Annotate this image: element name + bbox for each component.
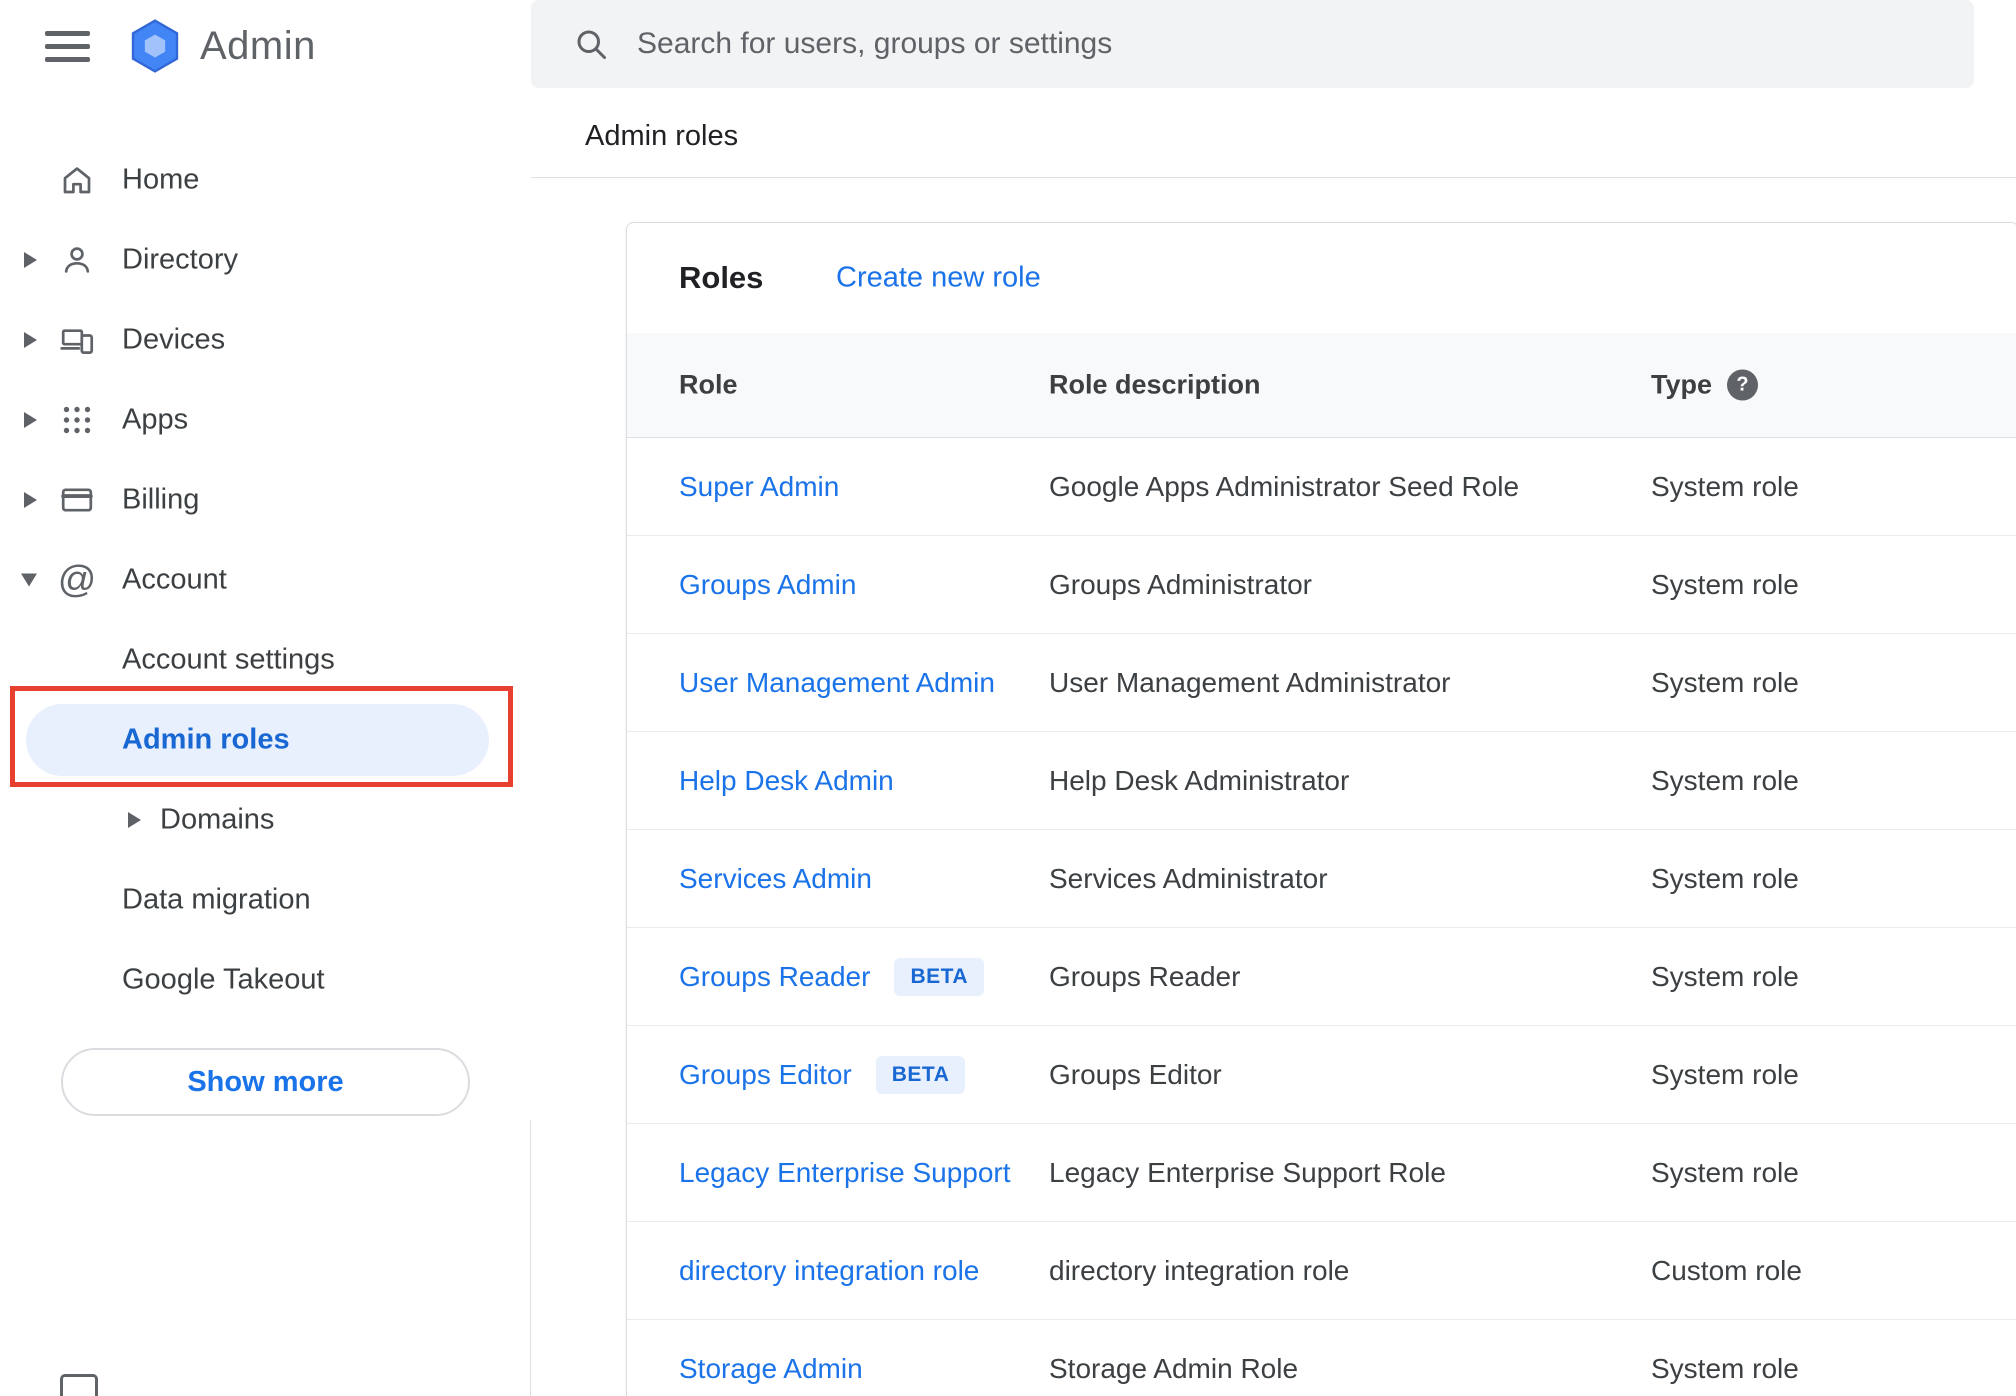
role-description: Google Apps Administrator Seed Role <box>1049 470 1520 502</box>
sidebar-nav: Home Directory Devices Apps Billing @ Ac… <box>0 140 531 1116</box>
sidebar-item-label: Account settings <box>122 643 335 676</box>
role-link[interactable]: Help Desk Admin <box>679 765 894 797</box>
role-description: Groups Editor <box>1049 1058 1222 1090</box>
beta-badge: BETA <box>875 1055 966 1094</box>
apps-grid-icon <box>58 401 96 439</box>
brand-row: Admin <box>0 0 316 92</box>
sidebar-item-billing[interactable]: Billing <box>0 460 531 540</box>
roles-card-title: Roles <box>679 260 764 295</box>
role-type: System role <box>1651 666 1799 698</box>
home-icon <box>58 161 96 199</box>
role-link[interactable]: Groups Editor <box>679 1059 852 1091</box>
sidebar-item-account[interactable]: @ Account <box>0 540 531 620</box>
role-type: System role <box>1651 470 1799 502</box>
sidebar-item-domains[interactable]: Domains <box>0 780 531 860</box>
sidebar-item-label: Devices <box>122 323 226 356</box>
credit-card-icon <box>58 481 96 519</box>
create-new-role-link[interactable]: Create new role <box>836 262 1041 295</box>
sidebar-item-label: Google Takeout <box>122 963 325 996</box>
expand-right-icon[interactable] <box>24 332 37 348</box>
role-description: Services Administrator <box>1049 862 1328 894</box>
page-title: Admin roles <box>585 120 739 152</box>
help-icon[interactable]: ? <box>1727 369 1758 401</box>
role-description: Help Desk Administrator <box>1049 764 1350 796</box>
role-type: System role <box>1651 568 1799 600</box>
search-icon <box>577 30 606 59</box>
show-more-button[interactable]: Show more <box>61 1048 470 1116</box>
role-link[interactable]: directory integration role <box>679 1255 979 1287</box>
sidebar-item-apps[interactable]: Apps <box>0 380 531 460</box>
role-link[interactable]: Legacy Enterprise Support <box>679 1157 1011 1189</box>
column-header-description: Role description <box>1049 369 1261 400</box>
sidebar-item-label: Data migration <box>122 883 311 916</box>
role-type: System role <box>1651 1058 1799 1090</box>
sidebar-item-account-settings[interactable]: Account settings <box>0 620 531 700</box>
expand-right-icon[interactable] <box>24 252 37 268</box>
menu-hamburger-icon[interactable] <box>45 30 90 62</box>
table-row: Storage Admin Storage Admin Role System … <box>627 1320 2016 1396</box>
role-description: Groups Administrator <box>1049 568 1312 600</box>
role-type: System role <box>1651 1352 1799 1384</box>
sidebar-item-home[interactable]: Home <box>0 140 531 220</box>
column-header-type: Type <box>1651 369 1713 400</box>
role-description: Storage Admin Role <box>1049 1352 1299 1384</box>
beta-badge: BETA <box>894 957 985 996</box>
at-sign-icon: @ <box>57 559 97 601</box>
table-row: Groups Admin Groups Administrator System… <box>627 536 2016 634</box>
role-type: System role <box>1651 862 1799 894</box>
main-content: Admin roles Roles Create new role Role R… <box>531 0 2016 1396</box>
sidebar-item-label: Home <box>122 163 200 196</box>
role-type: System role <box>1651 764 1799 796</box>
app-title: Admin <box>200 23 316 68</box>
table-row: Services Admin Services Administrator Sy… <box>627 830 2016 928</box>
sidebar-item-label: Account <box>122 563 227 596</box>
search-input[interactable] <box>637 27 1944 61</box>
role-description: Legacy Enterprise Support Role <box>1049 1156 1446 1188</box>
sidebar-item-admin-roles[interactable]: Admin roles <box>0 700 531 780</box>
table-header-row: Role Role description Type ? <box>627 333 2016 438</box>
table-row: User Management Admin User Management Ad… <box>627 634 2016 732</box>
expand-right-icon[interactable] <box>24 492 37 508</box>
role-description: directory integration role <box>1049 1254 1350 1286</box>
role-link[interactable]: User Management Admin <box>679 667 995 699</box>
role-link[interactable]: Storage Admin <box>679 1353 863 1385</box>
expand-down-icon[interactable] <box>21 573 37 587</box>
sidebar-item-label: Apps <box>122 403 189 436</box>
person-icon <box>58 241 96 279</box>
role-description: User Management Administrator <box>1049 666 1451 698</box>
sidebar: Admin Home Directory Devices Apps Billin… <box>0 0 531 1396</box>
role-type: System role <box>1651 1156 1799 1188</box>
sidebar-item-label: Billing <box>122 483 200 516</box>
sidebar-item-label: Domains <box>160 803 275 836</box>
sidebar-item-label: Directory <box>122 243 239 276</box>
sidebar-item-directory[interactable]: Directory <box>0 220 531 300</box>
expand-right-icon[interactable] <box>128 812 141 828</box>
sidebar-item-data-migration[interactable]: Data migration <box>0 860 531 940</box>
role-link[interactable]: Groups Admin <box>679 569 856 601</box>
roles-card: Roles Create new role Role Role descript… <box>626 222 2016 1396</box>
table-row: Groups Editor BETA Groups Editor System … <box>627 1026 2016 1124</box>
header-divider <box>531 177 2016 178</box>
table-row: Super Admin Google Apps Administrator Se… <box>627 438 2016 536</box>
expand-right-icon[interactable] <box>24 412 37 428</box>
sidebar-item-google-takeout[interactable]: Google Takeout <box>0 940 531 1020</box>
table-row: Groups Reader BETA Groups Reader System … <box>627 928 2016 1026</box>
roles-card-header: Roles Create new role <box>627 223 2016 333</box>
role-link[interactable]: Services Admin <box>679 863 872 895</box>
column-header-role: Role <box>679 369 738 400</box>
table-row: directory integration role directory int… <box>627 1222 2016 1320</box>
search-bar[interactable] <box>531 0 1974 88</box>
partial-bottom-icon <box>60 1374 98 1396</box>
admin-logo-icon <box>131 19 179 73</box>
role-description: Groups Reader <box>1049 960 1241 992</box>
role-type: System role <box>1651 960 1799 992</box>
devices-icon <box>58 321 96 359</box>
role-link[interactable]: Groups Reader <box>679 961 870 993</box>
role-link[interactable]: Super Admin <box>679 471 839 503</box>
table-row: Legacy Enterprise Support Legacy Enterpr… <box>627 1124 2016 1222</box>
sidebar-item-devices[interactable]: Devices <box>0 300 531 380</box>
role-type: Custom role <box>1651 1254 1802 1286</box>
sidebar-item-label: Admin roles <box>122 723 290 756</box>
table-row: Help Desk Admin Help Desk Administrator … <box>627 732 2016 830</box>
